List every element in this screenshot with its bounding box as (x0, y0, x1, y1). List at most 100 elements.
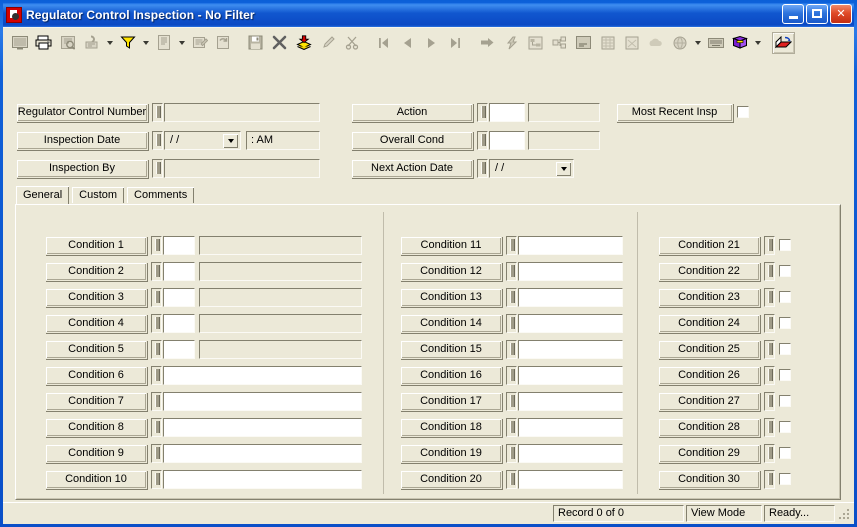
condition-23-checkbox[interactable] (779, 291, 791, 303)
goto-icon[interactable] (476, 31, 499, 54)
condition-17-label[interactable]: Condition 17 (400, 392, 502, 411)
condition-5-code-input[interactable] (163, 340, 195, 359)
condition-15-label[interactable]: Condition 15 (400, 340, 502, 359)
action-code-input[interactable] (489, 103, 525, 122)
add-record-icon[interactable] (292, 31, 315, 54)
condition-21-spin[interactable] (764, 236, 775, 255)
condition-3-description[interactable] (199, 288, 362, 307)
inspection-date-spin[interactable] (152, 131, 163, 150)
globe-icon[interactable] (668, 31, 691, 54)
inspection-by-spin[interactable] (152, 159, 163, 178)
previous-record-icon[interactable] (396, 31, 419, 54)
condition-1-label[interactable]: Condition 1 (45, 236, 147, 255)
condition-10-spin[interactable] (151, 470, 162, 489)
condition-4-spin[interactable] (151, 314, 162, 333)
most-recent-insp-label[interactable]: Most Recent Insp (616, 103, 733, 122)
filter-icon[interactable] (116, 31, 139, 54)
tab-general[interactable]: General (15, 185, 71, 205)
help-book-icon[interactable] (728, 31, 751, 54)
overall-cond-spin[interactable] (477, 131, 488, 150)
condition-3-label[interactable]: Condition 3 (45, 288, 147, 307)
condition-29-spin[interactable] (764, 444, 775, 463)
help-dropdown-arrow[interactable] (752, 32, 763, 54)
condition-7-label[interactable]: Condition 7 (45, 392, 147, 411)
condition-8-input[interactable] (163, 418, 362, 437)
condition-17-input[interactable] (518, 392, 623, 411)
inspection-by-label[interactable]: Inspection By (16, 159, 148, 178)
lightning-icon[interactable] (500, 31, 523, 54)
condition-1-code-input[interactable] (163, 236, 195, 255)
condition-18-input[interactable] (518, 418, 623, 437)
inspection-by-input[interactable] (164, 159, 320, 178)
condition-25-spin[interactable] (764, 340, 775, 359)
find-dropdown-arrow[interactable] (104, 32, 115, 54)
condition-27-checkbox[interactable] (779, 395, 791, 407)
hierarchy-icon[interactable] (524, 31, 547, 54)
delete-icon[interactable] (268, 31, 291, 54)
condition-14-label[interactable]: Condition 14 (400, 314, 502, 333)
action-label[interactable]: Action (351, 103, 473, 122)
refresh-icon[interactable] (212, 31, 235, 54)
condition-5-spin[interactable] (151, 340, 162, 359)
condition-11-spin[interactable] (506, 236, 517, 255)
condition-11-label[interactable]: Condition 11 (400, 236, 502, 255)
print-preview-icon[interactable] (56, 31, 79, 54)
condition-15-spin[interactable] (506, 340, 517, 359)
condition-26-label[interactable]: Condition 26 (658, 366, 760, 385)
regulator-control-number-spin[interactable] (152, 103, 163, 122)
condition-28-label[interactable]: Condition 28 (658, 418, 760, 437)
save-icon[interactable] (244, 31, 267, 54)
report-dropdown-arrow[interactable] (176, 32, 187, 54)
map-cloud-icon[interactable] (644, 31, 667, 54)
regulator-control-number-input[interactable] (164, 103, 320, 122)
condition-30-checkbox[interactable] (779, 473, 791, 485)
filter-dropdown-arrow[interactable] (140, 32, 151, 54)
condition-24-checkbox[interactable] (779, 317, 791, 329)
next-action-date-input[interactable]: / / (489, 159, 574, 178)
condition-2-label[interactable]: Condition 2 (45, 262, 147, 281)
calculator-icon[interactable] (620, 31, 643, 54)
condition-1-description[interactable] (199, 236, 362, 255)
condition-14-input[interactable] (518, 314, 623, 333)
condition-14-spin[interactable] (506, 314, 517, 333)
condition-22-spin[interactable] (764, 262, 775, 281)
condition-26-checkbox[interactable] (779, 369, 791, 381)
condition-26-spin[interactable] (764, 366, 775, 385)
regulator-control-number-label[interactable]: Regulator Control Number (16, 103, 148, 122)
condition-6-label[interactable]: Condition 6 (45, 366, 147, 385)
find-icon[interactable] (80, 31, 103, 54)
most-recent-insp-checkbox[interactable] (737, 106, 749, 118)
condition-12-input[interactable] (518, 262, 623, 281)
edit-icon[interactable] (316, 31, 339, 54)
condition-19-label[interactable]: Condition 19 (400, 444, 502, 463)
condition-8-label[interactable]: Condition 8 (45, 418, 147, 437)
condition-4-label[interactable]: Condition 4 (45, 314, 147, 333)
condition-5-description[interactable] (199, 340, 362, 359)
condition-18-spin[interactable] (506, 418, 517, 437)
inspection-date-label[interactable]: Inspection Date (16, 131, 148, 150)
condition-11-input[interactable] (518, 236, 623, 255)
tab-custom[interactable]: Custom (71, 186, 126, 204)
condition-13-input[interactable] (518, 288, 623, 307)
condition-3-spin[interactable] (151, 288, 162, 307)
list-icon[interactable] (572, 31, 595, 54)
action-spin[interactable] (477, 103, 488, 122)
condition-15-input[interactable] (518, 340, 623, 359)
screen-view-icon[interactable] (8, 31, 31, 54)
inspection-date-input[interactable]: / / (164, 131, 241, 150)
last-record-icon[interactable] (444, 31, 467, 54)
condition-9-label[interactable]: Condition 9 (45, 444, 147, 463)
condition-24-label[interactable]: Condition 24 (658, 314, 760, 333)
condition-18-label[interactable]: Condition 18 (400, 418, 502, 437)
condition-7-spin[interactable] (151, 392, 162, 411)
grid-icon[interactable] (596, 31, 619, 54)
condition-2-code-input[interactable] (163, 262, 195, 281)
tree-icon[interactable] (548, 31, 571, 54)
condition-22-checkbox[interactable] (779, 265, 791, 277)
condition-6-spin[interactable] (151, 366, 162, 385)
condition-20-spin[interactable] (506, 470, 517, 489)
condition-16-label[interactable]: Condition 16 (400, 366, 502, 385)
condition-10-input[interactable] (163, 470, 362, 489)
condition-12-label[interactable]: Condition 12 (400, 262, 502, 281)
tab-comments[interactable]: Comments (126, 186, 196, 204)
